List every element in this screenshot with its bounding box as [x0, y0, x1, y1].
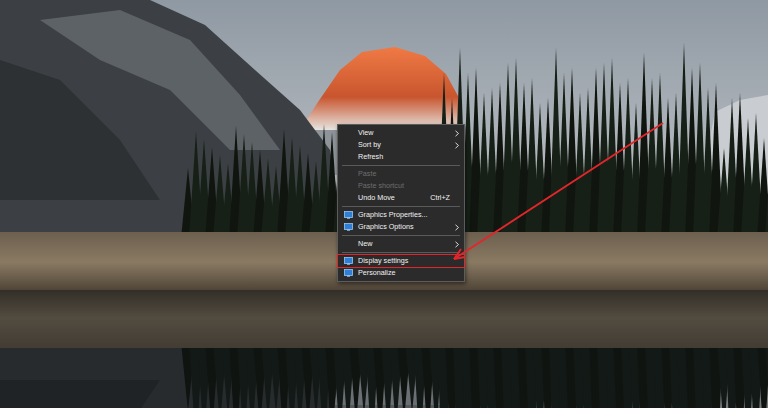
menu-item-icon-slot	[341, 257, 355, 265]
menu-item-label: Refresh	[355, 151, 444, 163]
menu-item-shortcut: Ctrl+Z	[424, 192, 452, 204]
menu-item-icon-slot	[341, 211, 355, 219]
submenu-arrow-icon	[454, 241, 460, 248]
menu-item[interactable]: Sort by	[338, 139, 464, 151]
display-settings-menu-item[interactable]: Display settings	[338, 255, 464, 267]
menu-item[interactable]: View	[338, 127, 464, 139]
menu-item-label: Graphics Properties...	[355, 209, 444, 221]
submenu-arrow-icon	[454, 224, 460, 231]
submenu-arrow-icon	[454, 142, 460, 149]
menu-item[interactable]: Graphics Properties...	[338, 209, 464, 221]
menu-item-label: Display settings	[355, 255, 444, 267]
menu-item-label: Paste	[355, 168, 444, 180]
annotation-arrow-icon	[0, 0, 768, 408]
menu-item-icon	[344, 257, 353, 265]
menu-item: Paste shortcut	[338, 180, 464, 192]
menu-item-arrow-slot	[452, 130, 462, 137]
menu-item-arrow-slot	[452, 241, 462, 248]
menu-item[interactable]: Personalize	[338, 267, 464, 279]
menu-separator	[342, 252, 460, 253]
menu-item-label: View	[355, 127, 444, 139]
menu-item-arrow-slot	[452, 224, 462, 231]
menu-item-icon-slot	[341, 269, 355, 277]
desktop[interactable]: ViewSort byRefresh PastePaste shortcutUnd…	[0, 0, 768, 408]
menu-item: Paste	[338, 168, 464, 180]
menu-item-label: New	[355, 238, 444, 250]
menu-item[interactable]: Undo MoveCtrl+Z	[338, 192, 464, 204]
menu-separator	[342, 206, 460, 207]
menu-separator	[342, 165, 460, 166]
menu-item-label: Sort by	[355, 139, 444, 151]
menu-separator	[342, 235, 460, 236]
menu-item-label: Graphics Options	[355, 221, 444, 233]
menu-item[interactable]: New	[338, 238, 464, 250]
menu-item-icon	[344, 269, 353, 277]
menu-item-label: Undo Move	[355, 192, 424, 204]
submenu-arrow-icon	[454, 130, 460, 137]
context-menu: ViewSort byRefresh PastePaste shortcutUnd…	[337, 124, 465, 282]
menu-item-arrow-slot	[452, 142, 462, 149]
menu-item-icon	[344, 211, 353, 219]
menu-item-icon	[344, 223, 353, 231]
menu-item-icon-slot	[341, 223, 355, 231]
menu-item[interactable]: Graphics Options	[338, 221, 464, 233]
menu-item-label: Paste shortcut	[355, 180, 444, 192]
menu-item-label: Personalize	[355, 267, 444, 279]
menu-item[interactable]: Refresh	[338, 151, 464, 163]
